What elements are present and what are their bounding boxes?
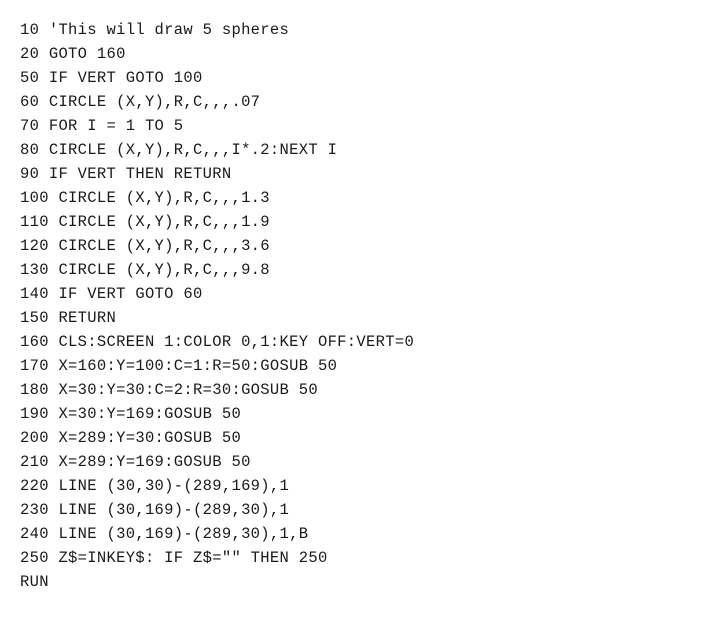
code-listing: 10 'This will draw 5 spheres20 GOTO 1605…	[20, 18, 700, 594]
code-line: RUN	[20, 570, 700, 594]
code-line: 180 X=30:Y=30:C=2:R=30:GOSUB 50	[20, 378, 700, 402]
code-line: 210 X=289:Y=169:GOSUB 50	[20, 450, 700, 474]
code-line: 80 CIRCLE (X,Y),R,C,,,I*.2:NEXT I	[20, 138, 700, 162]
code-line: 140 IF VERT GOTO 60	[20, 282, 700, 306]
code-line: 70 FOR I = 1 TO 5	[20, 114, 700, 138]
code-line: 100 CIRCLE (X,Y),R,C,,,1.3	[20, 186, 700, 210]
code-line: 60 CIRCLE (X,Y),R,C,,,.07	[20, 90, 700, 114]
code-line: 230 LINE (30,169)-(289,30),1	[20, 498, 700, 522]
code-line: 20 GOTO 160	[20, 42, 700, 66]
code-line: 130 CIRCLE (X,Y),R,C,,,9.8	[20, 258, 700, 282]
code-line: 110 CIRCLE (X,Y),R,C,,,1.9	[20, 210, 700, 234]
code-screen: 10 'This will draw 5 spheres20 GOTO 1605…	[0, 0, 720, 634]
code-line: 170 X=160:Y=100:C=1:R=50:GOSUB 50	[20, 354, 700, 378]
code-line: 90 IF VERT THEN RETURN	[20, 162, 700, 186]
code-line: 220 LINE (30,30)-(289,169),1	[20, 474, 700, 498]
code-line: 250 Z$=INKEY$: IF Z$="" THEN 250	[20, 546, 700, 570]
code-line: 160 CLS:SCREEN 1:COLOR 0,1:KEY OFF:VERT=…	[20, 330, 700, 354]
code-line: 200 X=289:Y=30:GOSUB 50	[20, 426, 700, 450]
code-line: 120 CIRCLE (X,Y),R,C,,,3.6	[20, 234, 700, 258]
code-line: 190 X=30:Y=169:GOSUB 50	[20, 402, 700, 426]
code-line: 50 IF VERT GOTO 100	[20, 66, 700, 90]
code-line: 150 RETURN	[20, 306, 700, 330]
code-line: 240 LINE (30,169)-(289,30),1,B	[20, 522, 700, 546]
code-line: 10 'This will draw 5 spheres	[20, 18, 700, 42]
